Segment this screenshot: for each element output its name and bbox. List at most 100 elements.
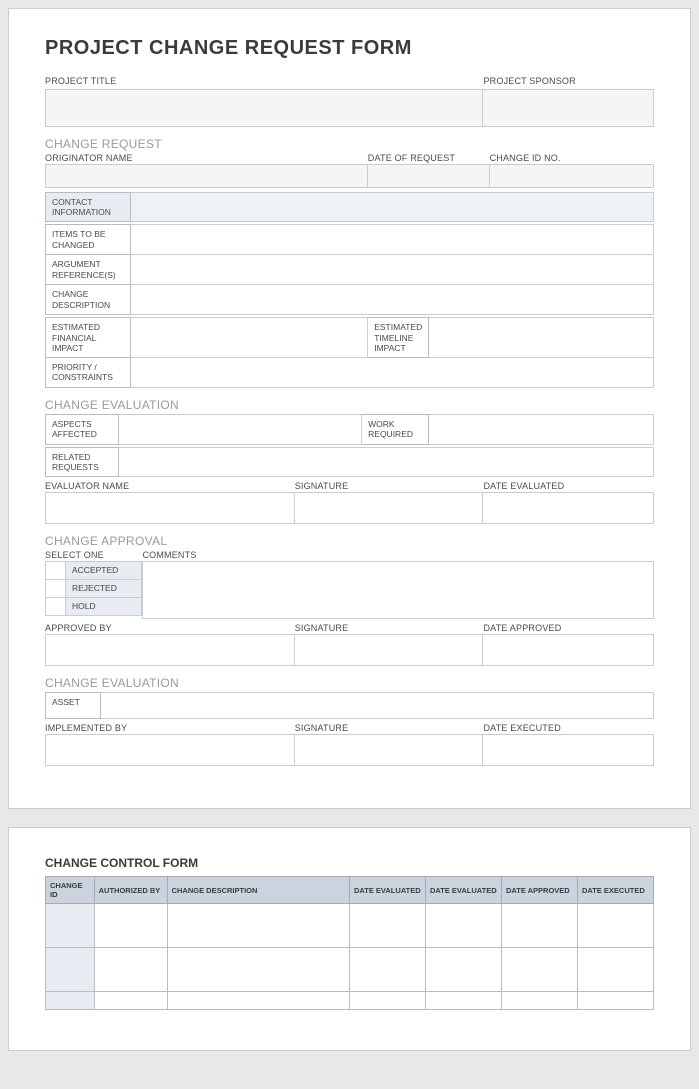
ctrl-cell[interactable] [349, 904, 425, 948]
related-req-label: RELATED REQUESTS [46, 447, 119, 476]
items-changed-label: ITEMS TO BE CHANGED [46, 225, 131, 255]
section-change-request: CHANGE REQUEST [45, 137, 654, 151]
ctrl-cell[interactable] [94, 992, 167, 1010]
comments-input[interactable] [142, 561, 654, 619]
form-title: PROJECT CHANGE REQUEST FORM [45, 37, 654, 60]
work-req-input[interactable] [429, 414, 654, 444]
date-evaluated-input[interactable] [483, 492, 654, 524]
originator-row: ORIGINATOR NAME DATE OF REQUEST CHANGE I… [45, 153, 654, 188]
appr-signature-label: SIGNATURE [295, 623, 349, 633]
ctrl-cell[interactable] [167, 904, 349, 948]
ctrl-cell[interactable] [46, 948, 95, 992]
ctrl-cell[interactable] [349, 948, 425, 992]
aspects-label: ASPECTS AFFECTED [46, 414, 119, 444]
project-title-label: PROJECT TITLE [45, 76, 116, 86]
eval-signature-label: SIGNATURE [295, 481, 349, 491]
col-date-evaluated: DATE EVALUATED [349, 877, 425, 904]
accepted-label: ACCEPTED [66, 562, 142, 580]
eval-signature-input[interactable] [295, 492, 484, 524]
ctrl-cell[interactable] [94, 948, 167, 992]
page-2: CHANGE CONTROL FORM CHANGE ID AUTHORIZED… [8, 827, 691, 1051]
eval-grid: ASPECTS AFFECTED WORK REQUIRED RELATED R… [45, 414, 654, 477]
date-of-request-input[interactable] [368, 164, 490, 188]
aspects-input[interactable] [118, 414, 361, 444]
ctrl-cell[interactable] [577, 992, 653, 1010]
rejected-label: REJECTED [66, 580, 142, 598]
col-authorized-by: AUTHORIZED BY [94, 877, 167, 904]
originator-name-label: ORIGINATOR NAME [45, 153, 133, 163]
ctrl-cell[interactable] [501, 992, 577, 1010]
approval-grid: SELECT ONE COMMENTS ACCEPTED REJECTED [45, 550, 654, 619]
ctrl-cell[interactable] [577, 948, 653, 992]
section-change-evaluation2: CHANGE EVALUATION [45, 676, 654, 690]
project-title-input[interactable] [45, 89, 483, 127]
rejected-checkbox[interactable] [46, 580, 66, 598]
change-id-label: CHANGE ID NO. [490, 153, 561, 163]
col-date-executed: DATE EXECUTED [577, 877, 653, 904]
items-changed-input[interactable] [131, 225, 654, 255]
section-change-evaluation: CHANGE EVALUATION [45, 398, 654, 412]
related-req-input[interactable] [118, 447, 653, 476]
project-sponsor-label: PROJECT SPONSOR [483, 76, 575, 86]
ctrl-cell[interactable] [501, 904, 577, 948]
impl-signature-input[interactable] [295, 734, 484, 766]
date-approved-label: DATE APPROVED [483, 623, 561, 633]
priority-label: PRIORITY / CONSTRAINTS [46, 357, 131, 387]
table-row [46, 992, 654, 1010]
change-desc-input[interactable] [131, 285, 654, 315]
date-evaluated-label: DATE EVALUATED [483, 481, 564, 491]
asset-row: ASSET [45, 692, 654, 719]
priority-input[interactable] [131, 357, 654, 387]
contact-info-input[interactable] [131, 193, 654, 222]
col-change-id: CHANGE ID [46, 877, 95, 904]
section-change-approval: CHANGE APPROVAL [45, 534, 654, 548]
ctrl-cell[interactable] [46, 992, 95, 1010]
ctrl-cell[interactable] [94, 904, 167, 948]
appr-signature-input[interactable] [295, 634, 484, 666]
project-sponsor-input[interactable] [483, 89, 654, 127]
approval-sig-row: APPROVED BY SIGNATURE DATE APPROVED [45, 623, 654, 666]
date-approved-input[interactable] [483, 634, 654, 666]
date-executed-label: DATE EXECUTED [483, 723, 560, 733]
work-req-label: WORK REQUIRED [362, 414, 429, 444]
evaluator-name-input[interactable] [45, 492, 295, 524]
hold-label: HOLD [66, 598, 142, 616]
ctrl-cell[interactable] [167, 992, 349, 1010]
ctrl-cell[interactable] [46, 904, 95, 948]
approval-options: ACCEPTED REJECTED HOLD [45, 561, 142, 616]
control-form-title: CHANGE CONTROL FORM [45, 856, 654, 870]
contact-info-label: CONTACT INFORMATION [46, 193, 131, 222]
accepted-checkbox[interactable] [46, 562, 66, 580]
page-1: PROJECT CHANGE REQUEST FORM PROJECT TITL… [8, 8, 691, 809]
ctrl-cell[interactable] [425, 948, 501, 992]
table-row [46, 948, 654, 992]
est-financial-label: ESTIMATED FINANCIAL IMPACT [46, 318, 131, 358]
col-date-approved: DATE APPROVED [501, 877, 577, 904]
impl-signature-label: SIGNATURE [295, 723, 349, 733]
originator-name-input[interactable] [45, 164, 368, 188]
hold-checkbox[interactable] [46, 598, 66, 616]
asset-label: ASSET [46, 693, 101, 719]
approved-by-label: APPROVED BY [45, 623, 112, 633]
est-financial-input[interactable] [131, 318, 368, 358]
impl-sig-row: IMPLEMENTED BY SIGNATURE DATE EXECUTED [45, 723, 654, 766]
argument-ref-input[interactable] [131, 255, 654, 285]
est-timeline-input[interactable] [429, 318, 654, 358]
ctrl-cell[interactable] [349, 992, 425, 1010]
implemented-by-label: IMPLEMENTED BY [45, 723, 127, 733]
table-row [46, 904, 654, 948]
ctrl-cell[interactable] [167, 948, 349, 992]
ctrl-cell[interactable] [425, 992, 501, 1010]
eval-sig-row: EVALUATOR NAME SIGNATURE DATE EVALUATED [45, 481, 654, 524]
date-executed-input[interactable] [483, 734, 654, 766]
ctrl-cell[interactable] [577, 904, 653, 948]
approved-by-input[interactable] [45, 634, 295, 666]
col-date-evaluated2: DATE EVALUATED [425, 877, 501, 904]
ctrl-cell[interactable] [501, 948, 577, 992]
ctrl-cell[interactable] [425, 904, 501, 948]
change-id-input[interactable] [490, 164, 654, 188]
comments-label: COMMENTS [142, 550, 196, 560]
asset-input[interactable] [100, 693, 653, 719]
implemented-by-input[interactable] [45, 734, 295, 766]
control-table: CHANGE ID AUTHORIZED BY CHANGE DESCRIPTI… [45, 876, 654, 1010]
